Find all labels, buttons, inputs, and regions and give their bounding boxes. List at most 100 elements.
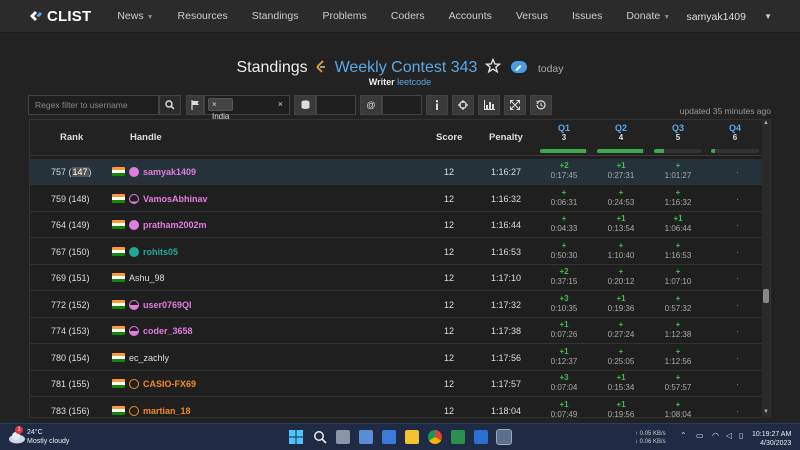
handle-link[interactable]: user0769QI	[143, 292, 192, 318]
target-button[interactable]	[452, 95, 474, 115]
problem-result-q3[interactable]: +1:07:10	[658, 267, 698, 287]
problem-result-q2[interactable]: +1 0:13:54	[601, 214, 641, 234]
store-app-icon[interactable]	[382, 430, 396, 444]
table-row[interactable]: 781 (155) CASIO-FX69 12 1:17:57 +3 0:07:04 +1 0…	[30, 371, 763, 397]
contest-name-link[interactable]: Weekly Contest 343	[335, 59, 478, 76]
volume-icon[interactable]: ◁	[726, 431, 732, 440]
edit-badge-icon[interactable]	[511, 60, 528, 74]
clock[interactable]: 10:19:27 AM 4/30/2023	[752, 430, 791, 448]
header-handle[interactable]: Handle	[130, 132, 162, 143]
problem-result-q3[interactable]: +1:16:53	[658, 241, 698, 261]
nav-item-problems[interactable]: Problems	[322, 10, 366, 22]
nav-item-coders[interactable]: Coders	[391, 10, 425, 22]
writer-link[interactable]: leetcode	[397, 77, 431, 87]
problem-result-q3[interactable]: +1:08:04	[658, 400, 698, 418]
problem-header-q2[interactable]: Q2 4	[601, 123, 641, 142]
problem-result-q2[interactable]: +1:10:40	[601, 241, 641, 261]
problem-result-q1[interactable]: +1 0:07:26	[544, 320, 584, 340]
problem-result-q1[interactable]: +3 0:07:04	[544, 373, 584, 393]
table-row[interactable]: 783 (156) martian_18 12 1:18:04 +1 0:07:49 +1 0…	[30, 398, 763, 418]
handle-link[interactable]: samyak1409	[143, 159, 196, 185]
file-explorer-icon[interactable]	[405, 430, 419, 444]
table-row[interactable]: 757 (147) samyak1409 12 1:16:27 +2 0:17:45 +1 0…	[30, 159, 763, 185]
start-icon[interactable]	[289, 430, 303, 444]
history-button[interactable]	[530, 95, 552, 115]
problem-result-q1[interactable]: +1 0:12:37	[544, 347, 584, 367]
fullscreen-button[interactable]	[504, 95, 526, 115]
header-score[interactable]: Score	[436, 132, 462, 143]
problem-header-q1[interactable]: Q1 3	[544, 123, 584, 142]
table-row[interactable]: 759 (148) VamosAbhinav 12 1:16:32 +0:06:31 +0…	[30, 186, 763, 212]
problem-result-q3[interactable]: +1:12:56	[658, 347, 698, 367]
table-scrollbar[interactable]: ▲ ▼	[762, 119, 770, 418]
nav-item-donate[interactable]: Donate ▼	[626, 10, 670, 22]
table-row[interactable]: 780 (154) ec_zachly 12 1:17:56 +1 0:12:37 +0:2…	[30, 345, 763, 371]
logo[interactable]: CLIST	[28, 8, 91, 25]
scroll-up-icon[interactable]: ▲	[763, 120, 769, 126]
problem-result-q2[interactable]: +0:27:24	[601, 320, 641, 340]
problem-result-q2[interactable]: +0:24:53	[601, 188, 641, 208]
database-select[interactable]	[316, 95, 356, 115]
problem-result-q1[interactable]: +2 0:37:15	[544, 267, 584, 287]
problem-result-q1[interactable]: +1 0:07:49	[544, 400, 584, 418]
nav-user[interactable]: samyak1409	[686, 11, 746, 23]
user-menu-caret-icon[interactable]: ▼	[764, 12, 772, 21]
scrollbar-thumb[interactable]	[763, 289, 769, 303]
editor-app-icon[interactable]	[474, 430, 488, 444]
problem-result-q2[interactable]: +1 0:27:31	[601, 161, 641, 181]
database-filter-button[interactable]	[294, 95, 316, 115]
problem-result-q1[interactable]: +0:50:30	[544, 241, 584, 261]
star-icon[interactable]	[484, 58, 501, 74]
handle-link[interactable]: martian_18	[143, 398, 191, 418]
at-filter-button[interactable]: @	[360, 95, 382, 115]
at-select[interactable]	[382, 95, 422, 115]
handle-link[interactable]: pratham2002m	[143, 212, 207, 238]
nav-item-versus[interactable]: Versus	[516, 10, 548, 22]
problem-result-q2[interactable]: +1 0:19:56	[601, 400, 641, 418]
tray-chevron-icon[interactable]: ⌃	[680, 431, 687, 440]
header-rank[interactable]: Rank	[60, 132, 83, 143]
table-row[interactable]: 764 (149) pratham2002m 12 1:16:44 +0:04:33 +1…	[30, 212, 763, 238]
handle-link[interactable]: Ashu_98	[129, 265, 165, 291]
table-row[interactable]: 767 (150) rohits05 12 1:16:53 +0:50:30 +1:10:…	[30, 239, 763, 265]
nav-item-accounts[interactable]: Accounts	[449, 10, 492, 22]
country-tag[interactable]: × India	[208, 98, 234, 121]
problem-result-q3[interactable]: +1:12:38	[658, 320, 698, 340]
task-view-icon[interactable]	[336, 430, 350, 444]
weather-widget[interactable]: 24°C Mostly cloudy	[27, 428, 69, 446]
wifi-icon[interactable]: ◠	[712, 431, 719, 440]
problem-result-q1[interactable]: +2 0:17:45	[544, 161, 584, 181]
terminal-app-icon[interactable]	[451, 430, 465, 444]
problem-result-q1[interactable]: +0:06:31	[544, 188, 584, 208]
handle-link[interactable]: CASIO-FX69	[143, 371, 196, 397]
taskbar-search-icon[interactable]	[313, 430, 327, 444]
problem-result-q1[interactable]: +0:04:33	[544, 214, 584, 234]
handle-link[interactable]: coder_3658	[143, 318, 193, 344]
settings-app-icon[interactable]	[359, 430, 373, 444]
battery-icon[interactable]: ▯	[739, 431, 743, 440]
table-row[interactable]: 774 (153) coder_3658 12 1:17:38 +1 0:07:26 +0:…	[30, 318, 763, 344]
table-row[interactable]: 772 (152) user0769QI 12 1:17:32 +3 0:10:35 +1 0…	[30, 292, 763, 318]
header-penalty[interactable]: Penalty	[489, 132, 523, 143]
handle-link[interactable]: VamosAbhinav	[143, 186, 208, 212]
problem-result-q2[interactable]: +0:20:12	[601, 267, 641, 287]
country-filter-button[interactable]	[186, 95, 204, 115]
nav-item-resources[interactable]: Resources	[178, 10, 228, 22]
problem-header-q4[interactable]: Q4 6	[715, 123, 755, 142]
table-row[interactable]: 769 (151) Ashu_98 12 1:17:10 +2 0:37:15 +0:20:…	[30, 265, 763, 291]
problem-result-q3[interactable]: +0:57:32	[658, 294, 698, 314]
problem-result-q3[interactable]: +0:57:57	[658, 373, 698, 393]
nav-item-standings[interactable]: Standings	[252, 10, 299, 22]
problem-result-q3[interactable]: +1:01:27	[658, 161, 698, 181]
tray-app-icon[interactable]: ▭	[696, 431, 704, 440]
regex-filter-input[interactable]	[28, 95, 159, 115]
problem-header-q3[interactable]: Q3 5	[658, 123, 698, 142]
problem-result-q2[interactable]: +0:25:05	[601, 347, 641, 367]
nav-item-issues[interactable]: Issues	[572, 10, 602, 22]
problem-result-q3[interactable]: +1:16:32	[658, 188, 698, 208]
chart-button[interactable]	[478, 95, 500, 115]
clear-country-icon[interactable]: ×	[278, 99, 283, 109]
snipping-app-icon[interactable]	[496, 429, 512, 445]
problem-result-q1[interactable]: +3 0:10:35	[544, 294, 584, 314]
nav-item-news[interactable]: News ▼	[117, 10, 153, 22]
